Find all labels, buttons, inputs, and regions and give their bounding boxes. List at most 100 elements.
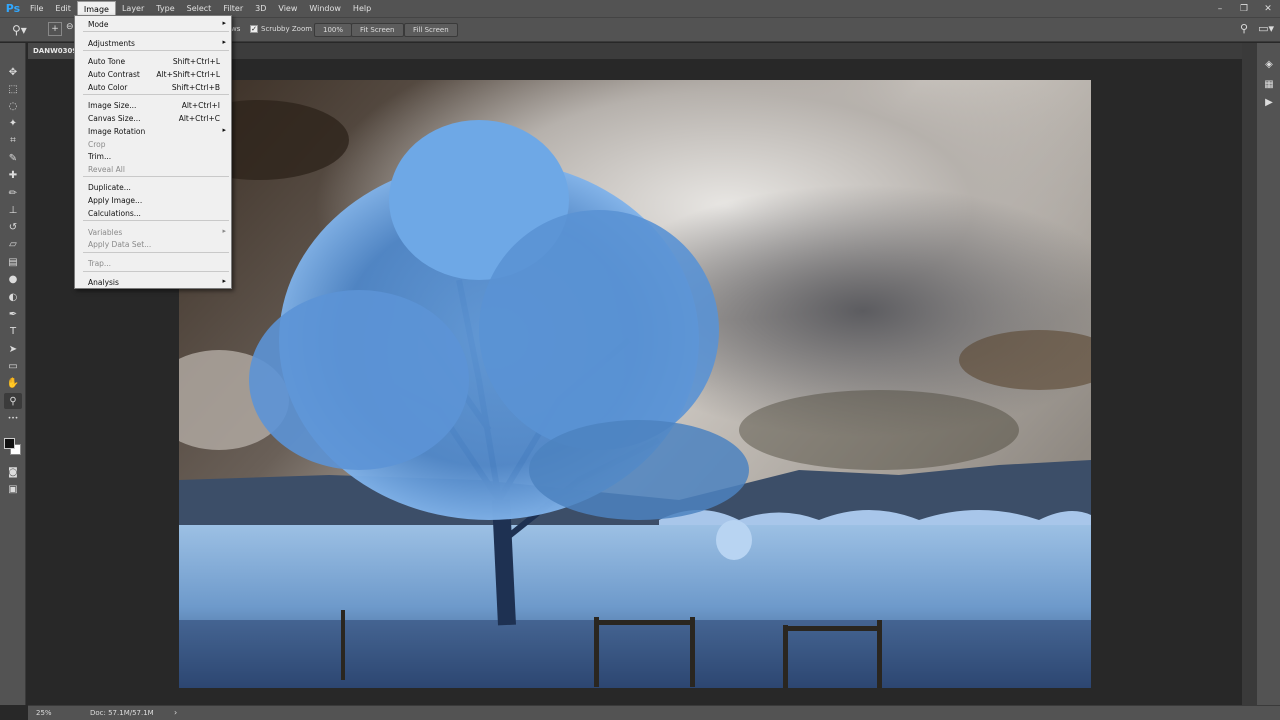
zoom-in-icon[interactable]: +: [48, 22, 62, 36]
zoom-tool-icon[interactable]: ⚲: [4, 393, 22, 409]
workspace-icon[interactable]: ▭▾: [1258, 22, 1274, 35]
menu-item-apply-image[interactable]: Apply Image...: [76, 195, 230, 207]
menu-item-shortcut: Alt+Ctrl+I: [181, 101, 220, 110]
document-tab[interactable]: DANW0309: [28, 43, 78, 59]
menu-item-auto-tone[interactable]: Auto Tone Shift+Ctrl+L: [76, 56, 230, 68]
type-tool-icon[interactable]: T: [4, 323, 22, 339]
menu-item-auto-contrast[interactable]: Auto Contrast Alt+Shift+Ctrl+L: [76, 69, 230, 81]
menu-item-reveal-all: Reveal All: [76, 164, 230, 176]
lasso-tool-icon[interactable]: ◌: [4, 98, 22, 114]
scrubby-zoom-option[interactable]: ✓ Scrubby Zoom: [250, 25, 312, 33]
history-brush-tool-icon[interactable]: ↺: [4, 219, 22, 235]
menu-separator: [83, 176, 229, 177]
menu-item-apply-data-set: Apply Data Set...: [76, 239, 230, 251]
scrubby-zoom-label: Scrubby Zoom: [261, 25, 313, 33]
menu-item-shortcut: Shift+Ctrl+B: [171, 83, 220, 92]
eyedropper-tool-icon[interactable]: ✎: [4, 150, 22, 166]
gradient-tool-icon[interactable]: ▤: [4, 254, 22, 270]
layers-panel-icon[interactable]: ◈: [1262, 57, 1276, 71]
menu-item-image-rotation[interactable]: Image Rotation ▸: [76, 126, 230, 138]
menu-item-label: Trap...: [88, 259, 112, 268]
menu-item-label: Variables: [88, 228, 123, 237]
restore-button[interactable]: ❐: [1232, 0, 1256, 17]
menu-3d[interactable]: 3D: [249, 1, 272, 16]
foreground-color-swatch[interactable]: [4, 438, 15, 449]
collapsed-panels: ◈ ▦ ▶: [1256, 43, 1280, 705]
zoom-out-icon[interactable]: ⊖: [66, 22, 74, 32]
move-tool-icon[interactable]: ✥: [4, 64, 22, 80]
menu-item-crop: Crop: [76, 139, 230, 151]
menu-separator: [83, 220, 229, 221]
menu-help[interactable]: Help: [347, 1, 377, 16]
quick-mask-icon[interactable]: ◙: [4, 464, 22, 480]
rectangle-tool-icon[interactable]: ▭: [4, 358, 22, 374]
menu-item-image-size[interactable]: Image Size... Alt+Ctrl+I: [76, 100, 230, 112]
fit-screen-button[interactable]: Fit Screen: [351, 23, 404, 37]
menu-item-shortcut: Alt+Shift+Ctrl+L: [156, 70, 220, 79]
panel-scroll-strip: [1242, 43, 1256, 705]
menu-item-label: Apply Image...: [88, 196, 143, 205]
menu-select[interactable]: Select: [181, 1, 218, 16]
pen-tool-icon[interactable]: ✒: [4, 306, 22, 322]
menu-type[interactable]: Type: [150, 1, 180, 16]
menu-item-analysis[interactable]: Analysis ▸: [76, 277, 230, 289]
marquee-tool-icon[interactable]: ⬚: [4, 81, 22, 97]
menu-item-label: Auto Color: [88, 83, 128, 92]
submenu-arrow-icon: ▸: [222, 227, 226, 235]
menu-window[interactable]: Window: [303, 1, 347, 16]
menu-item-mode[interactable]: Mode ▸: [76, 19, 230, 31]
menu-edit[interactable]: Edit: [49, 1, 77, 16]
menu-item-duplicate[interactable]: Duplicate...: [76, 182, 230, 194]
menu-item-trim[interactable]: Trim...: [76, 151, 230, 163]
screen-mode-icon[interactable]: ▣: [4, 481, 22, 497]
menu-item-canvas-size[interactable]: Canvas Size... Alt+Ctrl+C: [76, 113, 230, 125]
zoom-100-button[interactable]: 100%: [314, 23, 353, 37]
menu-item-label: Canvas Size...: [88, 114, 141, 123]
tools-panel: ✥ ⬚ ◌ ✦ ⌗ ✎ ✚ ✏ ⊥ ↺ ▱ ▤ ● ◐ ✒ T ➤ ▭ ✋ ⚲ ••• ◙ ▣: [0, 43, 26, 705]
document-image[interactable]: [179, 80, 1091, 688]
brush-tool-icon[interactable]: ✏: [4, 185, 22, 201]
menu-item-label: Auto Tone: [88, 57, 126, 66]
eraser-tool-icon[interactable]: ▱: [4, 236, 22, 252]
scrubby-zoom-checkbox[interactable]: ✓: [250, 25, 258, 33]
status-menu-arrow[interactable]: ›: [174, 708, 177, 717]
search-icon[interactable]: ⚲: [1240, 22, 1248, 35]
menu-item-label: Duplicate...: [88, 183, 131, 192]
dodge-tool-icon[interactable]: ◐: [4, 289, 22, 305]
menu-item-calculations[interactable]: Calculations...: [76, 208, 230, 220]
menu-item-adjustments[interactable]: Adjustments ▸: [76, 38, 230, 50]
healing-brush-tool-icon[interactable]: ✚: [4, 167, 22, 183]
zoom-icon[interactable]: ⚲▾: [12, 23, 27, 37]
submenu-arrow-icon: ▸: [222, 38, 226, 46]
menu-separator: [83, 252, 229, 253]
menu-item-label: Analysis: [88, 278, 119, 287]
menu-separator: [83, 94, 229, 95]
more-tools-icon[interactable]: •••: [4, 410, 22, 426]
menu-layer[interactable]: Layer: [116, 1, 150, 16]
window-controls: – ❐ ✕: [1208, 0, 1280, 17]
submenu-arrow-icon: ▸: [222, 19, 226, 27]
zoom-level[interactable]: 25%: [36, 709, 52, 717]
menu-item-label: Adjustments: [88, 39, 135, 48]
fill-screen-button[interactable]: Fill Screen: [404, 23, 458, 37]
menu-image[interactable]: Image: [76, 1, 116, 16]
clone-stamp-tool-icon[interactable]: ⊥: [4, 202, 22, 218]
blur-tool-icon[interactable]: ●: [4, 271, 22, 287]
channels-panel-icon[interactable]: ▦: [1262, 77, 1276, 91]
crop-tool-icon[interactable]: ⌗: [4, 132, 22, 148]
path-selection-tool-icon[interactable]: ➤: [4, 341, 22, 357]
play-actions-icon[interactable]: ▶: [1262, 95, 1276, 109]
menu-item-label: Calculations...: [88, 209, 141, 218]
image-menu-dropdown: Mode ▸ Adjustments ▸ Auto Tone Shift+Ctrl+L Au…: [74, 15, 232, 289]
menu-separator: [83, 271, 229, 272]
menu-filter[interactable]: Filter: [217, 1, 249, 16]
menu-view[interactable]: View: [272, 1, 303, 16]
menu-item-trap: Trap...: [76, 258, 230, 270]
menu-item-auto-color[interactable]: Auto Color Shift+Ctrl+B: [76, 82, 230, 94]
menu-separator: [83, 31, 229, 32]
minimize-button[interactable]: –: [1208, 0, 1232, 17]
hand-tool-icon[interactable]: ✋: [4, 375, 22, 391]
menu-file[interactable]: File: [24, 1, 49, 16]
magic-wand-tool-icon[interactable]: ✦: [4, 115, 22, 131]
close-button[interactable]: ✕: [1256, 0, 1280, 17]
